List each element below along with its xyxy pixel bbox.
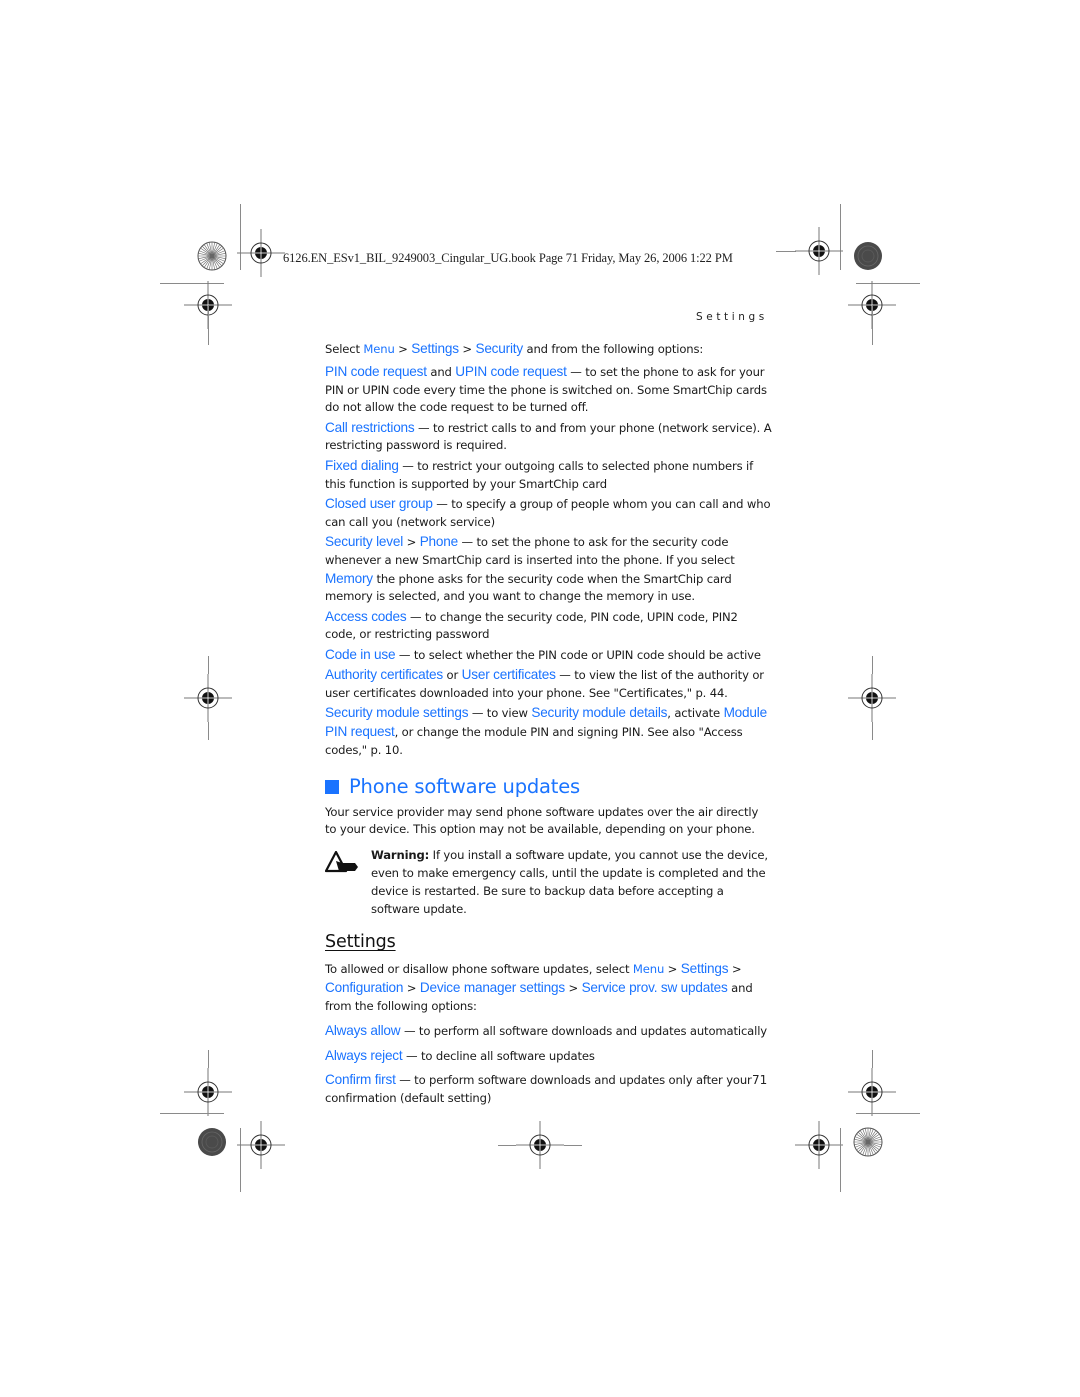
option-description: — to view <box>468 706 532 721</box>
option-term[interactable]: PIN code request <box>325 364 427 379</box>
text: > <box>403 981 420 996</box>
option-term[interactable]: Fixed dialing <box>325 458 399 473</box>
registration-dark-circle-icon <box>197 1127 227 1157</box>
service-prov-link[interactable]: Service prov. sw updates <box>582 980 728 995</box>
option-code-in-use: Code in use — to select whether the PIN … <box>325 646 772 665</box>
registration-dark-circle-icon <box>853 241 883 271</box>
option-confirm-first: Confirm first — to perform software down… <box>325 1071 772 1108</box>
option-term[interactable]: Access codes <box>325 609 407 624</box>
configuration-link[interactable]: Configuration <box>325 980 403 995</box>
crop-line <box>498 1145 516 1146</box>
text: To allowed or disallow phone software up… <box>325 962 633 977</box>
registration-target-icon <box>516 1121 564 1169</box>
option-term[interactable]: UPIN code request <box>455 364 567 379</box>
option-call-restrictions: Call restrictions — to restrict calls to… <box>325 419 772 456</box>
registration-starburst-icon <box>853 1127 883 1157</box>
warning-text: If you install a software update, you ca… <box>371 848 768 916</box>
crop-line <box>208 305 209 345</box>
registration-target-icon <box>848 674 896 722</box>
registration-target-icon <box>795 1121 843 1169</box>
registration-starburst-icon <box>197 241 227 271</box>
registration-target-icon <box>848 1068 896 1116</box>
option-security-module-settings: Security module settings — to view Secur… <box>325 704 772 759</box>
option-term[interactable]: Always reject <box>325 1048 403 1063</box>
crop-line <box>872 1050 873 1068</box>
page-number: 71 <box>752 1073 768 1087</box>
heading-square-icon <box>325 779 339 794</box>
option-closed-user-group: Closed user group — to specify a group o… <box>325 495 772 532</box>
option-certificates: Authority certificates or User certifica… <box>325 666 772 703</box>
text: Select <box>325 342 364 356</box>
option-term[interactable]: User certificates <box>462 667 556 682</box>
option-term[interactable]: Always allow <box>325 1023 401 1038</box>
menu-link[interactable]: Menu <box>363 342 394 356</box>
security-intro: Select Menu > Settings > Security and fr… <box>325 340 772 359</box>
crop-line <box>856 1113 920 1114</box>
option-always-reject: Always reject — to decline all software … <box>325 1047 772 1066</box>
crop-line <box>160 1113 224 1114</box>
option-description: the phone asks for the security code whe… <box>325 571 732 604</box>
updates-body: Your service provider may send phone sof… <box>325 804 759 837</box>
registration-target-icon <box>184 674 232 722</box>
text: and <box>426 364 456 379</box>
crop-line <box>564 1145 582 1146</box>
option-description: — to perform all software downloads and … <box>400 1023 767 1038</box>
crop-line <box>872 305 873 345</box>
option-always-allow: Always allow — to perform all software d… <box>325 1022 772 1041</box>
option-pin-code-request: PIN code request and UPIN code request —… <box>325 363 772 417</box>
text: > <box>728 962 742 977</box>
crop-line <box>208 656 209 674</box>
option-term[interactable]: Code in use <box>325 647 396 662</box>
option-description: — to decline all software updates <box>402 1048 595 1063</box>
text: , activate <box>667 706 724 721</box>
crop-line <box>208 1050 209 1068</box>
option-term[interactable]: Security module details <box>531 705 667 720</box>
option-access-codes: Access codes — to change the security co… <box>325 608 772 645</box>
text: > <box>394 342 412 356</box>
settings-link[interactable]: Settings <box>681 961 729 976</box>
settings-link[interactable]: Settings <box>411 341 459 356</box>
print-slug: 6126.EN_ESv1_BIL_9249003_Cingular_UG.boo… <box>283 251 733 265</box>
settings-intro: To allowed or disallow phone software up… <box>325 960 772 1015</box>
warning-label: Warning: <box>371 848 430 863</box>
section-heading-settings: Settings <box>325 932 396 953</box>
option-term[interactable]: Memory <box>325 571 373 586</box>
crop-line <box>872 656 873 674</box>
option-term[interactable]: Confirm first <box>325 1072 396 1087</box>
registration-target-icon <box>237 1121 285 1169</box>
option-description: — to select whether the PIN code or UPIN… <box>395 647 761 662</box>
option-fixed-dialing: Fixed dialing — to restrict your outgoin… <box>325 457 772 494</box>
option-term[interactable]: Closed user group <box>325 496 433 511</box>
option-term[interactable]: Authority certificates <box>325 667 443 682</box>
crop-line <box>776 251 796 252</box>
warning-note: Warning: If you install a software updat… <box>324 847 772 918</box>
option-term[interactable]: Security level <box>325 534 403 549</box>
text: > <box>403 534 420 549</box>
device-manager-link[interactable]: Device manager settings <box>420 980 565 995</box>
warning-hand-icon <box>324 847 371 918</box>
option-term[interactable]: Security module settings <box>325 705 468 720</box>
heading-text: Phone software updates <box>349 774 581 798</box>
text: > <box>564 981 582 996</box>
registration-target-icon <box>795 227 843 275</box>
text: and from the following options: <box>522 342 704 356</box>
text: or <box>443 668 462 683</box>
option-security-level: Security level > Phone — to set the phon… <box>325 533 772 606</box>
menu-link[interactable]: Menu <box>633 962 664 976</box>
text: > <box>458 342 476 356</box>
option-term[interactable]: Call restrictions <box>325 420 415 435</box>
page-content: Select Menu > Settings > Security and fr… <box>324 340 772 1108</box>
option-term[interactable]: Phone <box>420 534 459 549</box>
text: > <box>664 962 681 977</box>
crop-line <box>208 722 209 740</box>
registration-target-icon <box>184 1068 232 1116</box>
section-heading-phone-software-updates: Phone software updates <box>325 774 772 800</box>
running-head: Settings <box>696 311 768 323</box>
registration-target-icon <box>237 229 285 277</box>
security-link[interactable]: Security <box>475 341 523 356</box>
crop-line <box>872 722 873 740</box>
crop-line <box>840 1128 841 1192</box>
